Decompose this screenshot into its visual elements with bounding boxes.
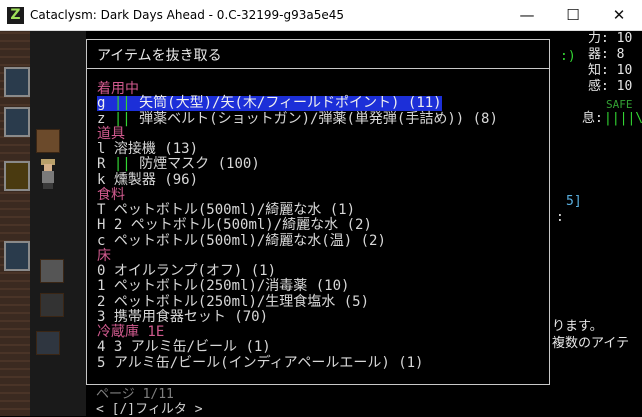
list-item[interactable]: 3 携帯用食器セット (70): [97, 310, 268, 325]
take-off-items-dialog: アイテムを抜き取る 着用中 g || 矢筒(大型)/矢(木/フィールドポイント)…: [86, 39, 550, 385]
item-name: 携帯用食器セット (70): [113, 309, 269, 325]
item-name: 矢筒(大型)/矢(木/フィールドポイント) (11): [139, 95, 442, 111]
item-name: ペットボトル(500ml)/綺麗な水(温) (2): [113, 233, 386, 249]
item-name: オイルランプ(オフ) (1): [113, 263, 277, 279]
item-name: ペットボトル(250ml)/消毒薬 (10): [113, 278, 350, 294]
item-hotkey: z: [97, 111, 106, 127]
maximize-button[interactable]: ☐: [550, 0, 596, 31]
list-item[interactable]: H 2 ペットボトル(500ml)/綺麗な水 (2): [97, 218, 372, 233]
map-floor-tiles: [30, 31, 86, 416]
stat-perception: 感: 10: [588, 79, 633, 94]
item-hotkey: 5: [97, 355, 106, 371]
map-window-tile: [4, 241, 30, 271]
map-door-tile: [4, 161, 30, 191]
item-name: アルミ缶/ビール(インディアペールエール) (1): [113, 355, 424, 371]
message-log-line-1: ります。: [552, 319, 603, 334]
minimize-button[interactable]: —: [504, 0, 550, 31]
item-name: 溶接機 (13): [113, 141, 199, 157]
item-name: 3 アルミ缶/ビール (1): [113, 339, 271, 355]
list-item[interactable]: k 燻製器 (96): [97, 173, 198, 188]
item-hotkey: k: [97, 172, 106, 188]
breath-bars: ||||\: [604, 111, 642, 126]
list-item[interactable]: 0 オイルランプ(オフ) (1): [97, 264, 276, 279]
item-hotkey: H: [97, 217, 106, 233]
item-name: 弾薬ベルト(ショットガン)/弾薬(単発弾(手詰め)) (8): [139, 111, 498, 127]
map-appliance-tile: [40, 293, 64, 317]
item-wear-mark: ||: [113, 111, 131, 127]
window-title: Cataclysm: Dark Days Ahead - 0.C-32199-g…: [30, 8, 344, 22]
map-crate-tile: [36, 129, 60, 153]
category-fridge: 冷蔵庫 1E: [97, 324, 165, 340]
item-hotkey: R: [97, 156, 106, 172]
status-bracket-text: 5]: [566, 194, 582, 209]
list-item[interactable]: 1 ペットボトル(250ml)/消毒薬 (10): [97, 279, 349, 294]
category-floor: 床: [97, 248, 111, 264]
map-window-tile: [4, 107, 30, 137]
list-item[interactable]: T ペットボトル(500ml)/綺麗な水 (1): [97, 203, 355, 218]
item-hotkey: g: [97, 95, 106, 111]
item-hotkey: 2: [97, 294, 106, 310]
window-titlebar: Z Cataclysm: Dark Days Ahead - 0.C-32199…: [0, 0, 642, 31]
filter-button[interactable]: < [/]フィルタ >: [96, 398, 203, 417]
item-name: ペットボトル(250ml)/生理食塩水 (5): [113, 294, 370, 310]
item-hotkey: c: [97, 233, 106, 249]
category-tools: 道具: [97, 126, 125, 142]
item-hotkey: T: [97, 202, 106, 218]
item-name: 燻製器 (96): [113, 172, 199, 188]
list-item[interactable]: R || 防煙マスク (100): [97, 157, 260, 172]
item-hotkey: 4: [97, 339, 106, 355]
item-wear-mark: ||: [113, 156, 131, 172]
item-hotkey: 0: [97, 263, 106, 279]
map-fridge-tile: [36, 331, 60, 355]
message-log-line-2: 複数のアイテ: [552, 336, 630, 351]
mood-face: :): [560, 49, 576, 64]
breath-label: 息:: [582, 111, 603, 126]
list-item[interactable]: 2 ペットボトル(250ml)/生理食塩水 (5): [97, 295, 369, 310]
status-colon-text: :: [556, 210, 564, 225]
stat-intelligence: 知: 10: [588, 63, 633, 78]
item-name: 2 ペットボトル(500ml)/綺麗な水 (2): [113, 217, 372, 233]
item-hotkey: 1: [97, 278, 106, 294]
item-name: 防煙マスク (100): [139, 156, 260, 172]
item-hotkey: l: [97, 141, 106, 157]
player-sprite: [38, 159, 58, 189]
item-wear-mark: ||: [113, 95, 131, 111]
map-chair-tile: [40, 259, 64, 283]
list-item[interactable]: 4 3 アルミ缶/ビール (1): [97, 340, 271, 355]
list-item[interactable]: c ペットボトル(500ml)/綺麗な水(温) (2): [97, 234, 386, 249]
list-item[interactable]: g || 矢筒(大型)/矢(木/フィールドポイント) (11): [97, 96, 442, 111]
app-icon: Z: [7, 7, 24, 24]
item-hotkey: 3: [97, 309, 106, 325]
category-food: 食料: [97, 187, 125, 203]
list-item[interactable]: z || 弾薬ベルト(ショットガン)/弾薬(単発弾(手詰め)) (8): [97, 112, 498, 127]
stat-dexterity: 器: 8: [588, 47, 625, 62]
item-name: ペットボトル(500ml)/綺麗な水 (1): [113, 202, 356, 218]
map-window-tile: [4, 67, 30, 97]
stat-strength: 力: 10: [588, 31, 633, 46]
list-item[interactable]: l 溶接機 (13): [97, 142, 198, 157]
dialog-title: アイテムを抜き取る: [97, 48, 222, 64]
list-item[interactable]: 5 アルミ缶/ビール(インディアペールエール) (1): [97, 356, 423, 371]
dialog-separator: [87, 68, 549, 69]
close-button[interactable]: ✕: [596, 0, 642, 31]
